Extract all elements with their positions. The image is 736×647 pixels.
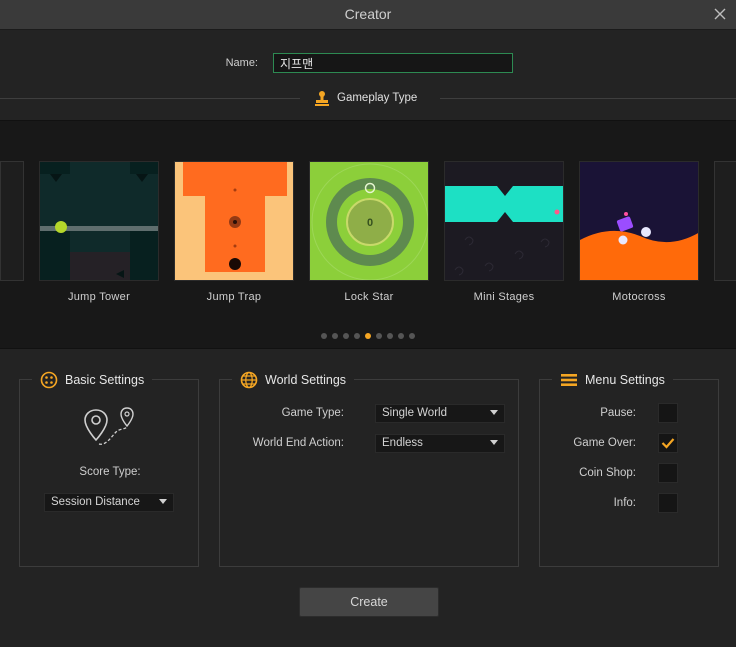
game-type-value: Single World <box>382 407 447 419</box>
page-dot[interactable] <box>398 333 404 339</box>
gameplay-type-header: Gameplay Type <box>300 88 440 108</box>
menu-settings-header: Menu Settings <box>552 370 673 390</box>
lock-star-counter: 0 <box>367 217 373 229</box>
jump-trap-thumbnail <box>174 161 294 281</box>
name-row: Name: <box>0 53 736 75</box>
card-label: Motocross <box>612 291 666 303</box>
close-icon[interactable] <box>712 6 728 22</box>
card-mini-stages[interactable]: Mini Stages <box>444 161 564 321</box>
info-checkbox[interactable] <box>658 493 678 513</box>
score-type-label: Score Type: <box>79 466 141 478</box>
card-label: Lock Star <box>344 291 394 303</box>
card-jump-tower[interactable]: Jump Tower <box>39 161 159 321</box>
name-label: Name: <box>225 57 258 69</box>
card-label: Jump Trap <box>206 291 262 303</box>
world-end-action-label: World End Action: <box>252 437 344 449</box>
score-type-value: Session Distance <box>51 496 140 508</box>
coin-shop-checkbox[interactable] <box>658 463 678 483</box>
card-label: Mini Stages <box>473 291 535 303</box>
basic-settings-title: Basic Settings <box>65 373 145 387</box>
game-type-label: Game Type: <box>281 407 344 419</box>
card-partial-right[interactable] <box>714 161 736 281</box>
world-end-action-value: Endless <box>382 437 423 449</box>
menu-settings-title: Menu Settings <box>585 373 665 387</box>
chevron-down-icon <box>159 499 167 504</box>
pause-label: Pause: <box>600 407 636 419</box>
page-dot[interactable] <box>376 333 382 339</box>
score-type-dropdown[interactable]: Session Distance <box>44 493 174 512</box>
card-label: Jump Tower <box>67 291 131 303</box>
page-dot[interactable] <box>321 333 327 339</box>
chevron-down-icon <box>490 410 498 415</box>
basic-settings-header: Basic Settings <box>32 370 153 390</box>
game-over-checkbox[interactable] <box>658 433 678 453</box>
world-settings-title: World Settings <box>265 373 347 387</box>
gameplay-type-title: Gameplay Type <box>337 92 418 104</box>
info-label: Info: <box>613 497 636 509</box>
page-dot-active[interactable] <box>365 333 371 339</box>
stamp-icon <box>315 91 329 106</box>
globe-icon <box>240 371 258 389</box>
lock-star-thumbnail: 0 <box>309 161 429 281</box>
menu-settings-panel: Menu Settings Pause: Game Over: Coin Sho… <box>539 370 719 567</box>
game-type-dropdown[interactable]: Single World <box>375 404 505 423</box>
coin-shop-label: Coin Shop: <box>579 467 636 479</box>
card-motocross[interactable]: Motocross <box>579 161 699 321</box>
route-map-icon <box>84 407 134 445</box>
page-dot[interactable] <box>354 333 360 339</box>
page-dot[interactable] <box>387 333 393 339</box>
page-dot[interactable] <box>332 333 338 339</box>
divider <box>440 98 736 99</box>
card-jump-trap[interactable]: Jump Trap <box>174 161 294 321</box>
page-dot[interactable] <box>409 333 415 339</box>
world-end-action-dropdown[interactable]: Endless <box>375 434 505 453</box>
page-dot[interactable] <box>343 333 349 339</box>
name-input[interactable] <box>273 53 513 73</box>
checkmark-icon <box>661 438 675 449</box>
chevron-down-icon <box>490 440 498 445</box>
mini-stages-thumbnail <box>444 161 564 281</box>
game-over-label: Game Over: <box>573 437 636 449</box>
jump-tower-thumbnail <box>39 161 159 281</box>
motocross-thumbnail <box>579 161 699 281</box>
pause-checkbox[interactable] <box>658 403 678 423</box>
divider <box>0 98 300 99</box>
basic-settings-panel: Basic Settings Score Type: Session Dista… <box>19 370 199 567</box>
gameplay-carousel: Jump Tower Jump Trap 0 Lock Star Mini St… <box>0 120 736 349</box>
dice-icon <box>40 371 58 389</box>
card-partial-left[interactable] <box>0 161 24 281</box>
card-lock-star[interactable]: 0 Lock Star <box>309 161 429 321</box>
menu-icon <box>561 374 577 386</box>
world-settings-header: World Settings <box>232 370 355 390</box>
world-settings-panel: World Settings Game Type: Single World W… <box>219 370 519 567</box>
create-button[interactable]: Create <box>299 587 439 617</box>
title-bar: Creator <box>0 0 736 30</box>
window-title: Creator <box>344 6 392 22</box>
